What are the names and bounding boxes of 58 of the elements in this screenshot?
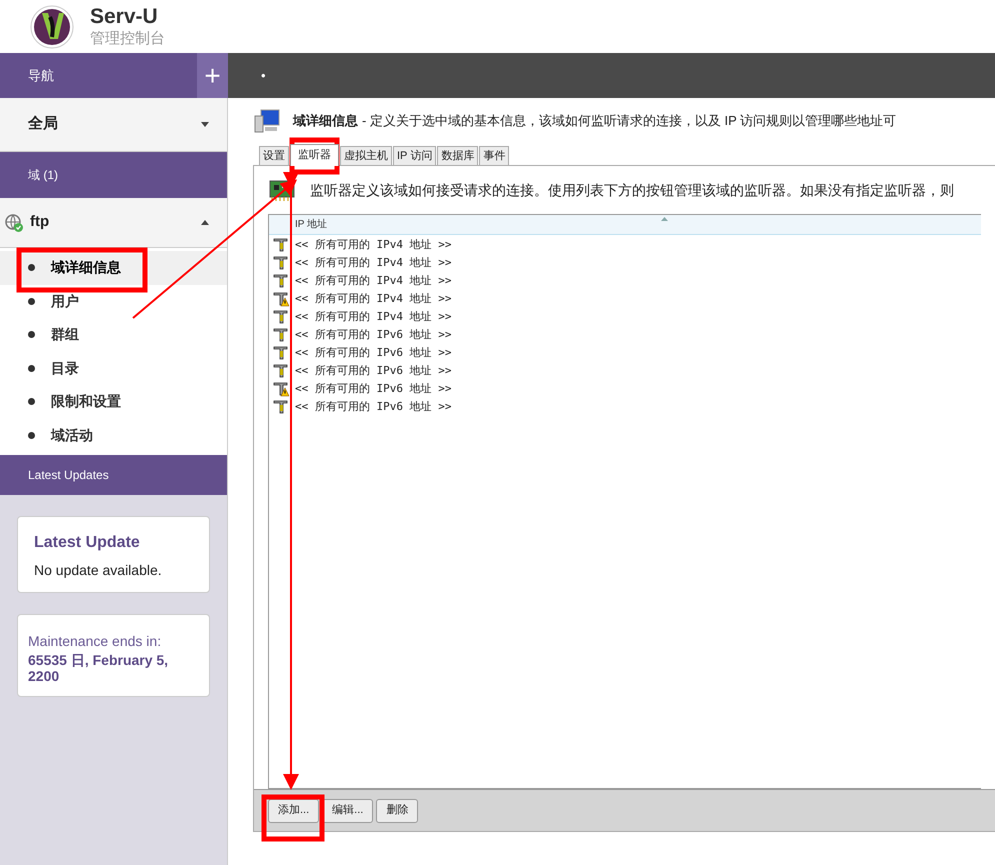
maintenance-date: 65535 日, February 5, 2200 [28, 652, 170, 684]
bullet-icon [28, 331, 35, 338]
listener-address[interactable]: << 所有可用的 IPv6 地址 >> [295, 398, 452, 416]
tab[interactable]: 数据库 [437, 146, 478, 165]
sidebar-item[interactable]: 域详细信息 [0, 251, 227, 284]
listener-address[interactable]: << 所有可用的 IPv6 地址 >> [295, 326, 452, 344]
action-button[interactable]: 添加... [268, 798, 320, 822]
nav-title: 导航 [28, 66, 54, 85]
updates-label: Latest Updates [28, 467, 109, 484]
tab[interactable]: 事件 [479, 146, 510, 165]
listener-address[interactable]: << 所有可用的 IPv4 地址 >> [295, 254, 452, 272]
app-subtitle: 管理控制台 [90, 30, 165, 49]
item-label: 目录 [51, 358, 79, 378]
item-label: 域详细信息 [51, 258, 121, 278]
logo-icon [28, 4, 76, 48]
domain-name: ftp [30, 212, 50, 232]
item-label: 域活动 [51, 426, 93, 445]
card-title: Latest Update [34, 533, 141, 553]
bullet-icon [28, 432, 35, 439]
page-description: - 定义关于选中域的基本信息，该域如何监听请求的连接，以及 IP 访问规则以管理哪些地址可 [362, 112, 896, 130]
bullet-icon [28, 398, 35, 406]
action-button[interactable]: 编辑... [322, 798, 374, 822]
column-header[interactable]: IP 地址 [269, 215, 981, 235]
listener-address[interactable]: << 所有可用的 IPv4 地址 >> [295, 236, 452, 254]
bullet-icon [28, 264, 35, 272]
item-label: 用户 [51, 292, 79, 311]
listener-address[interactable]: << 所有可用的 IPv6 地址 >> [295, 362, 452, 380]
listener-address[interactable]: << 所有可用的 IPv4 地址 >> [295, 272, 452, 290]
item-label: 限制和设置 [51, 392, 121, 412]
global-label: 全局 [28, 114, 58, 134]
page-title: 域详细信息 [293, 112, 358, 130]
listener-address[interactable]: << 所有可用的 IPv4 地址 >> [295, 308, 452, 326]
tab[interactable]: 虚拟主机 [340, 146, 392, 165]
bullet-icon [28, 364, 35, 372]
globe-icon [4, 212, 24, 232]
global-row[interactable]: 全局 [0, 98, 227, 152]
panel-description: 监听器定义该域如何接受请求的连接。使用列表下方的按钮管理该域的监听器。如果没有指定监听器，则 [310, 180, 954, 200]
listener-address[interactable]: << 所有可用的 IPv6 地址 >> [295, 344, 452, 362]
annotation-box [262, 794, 324, 842]
bullet-mark: • [261, 66, 266, 85]
tab[interactable]: IP 访问 [393, 146, 436, 165]
item-label: 群组 [51, 325, 79, 344]
listener-address[interactable]: << 所有可用的 IPv6 地址 >> [295, 380, 452, 398]
column-label: IP 地址 [295, 218, 328, 232]
sort-icon [661, 217, 668, 221]
bullet-icon [28, 298, 35, 305]
listener-address[interactable]: << 所有可用的 IPv4 地址 >> [295, 290, 452, 308]
annotation-box [290, 138, 340, 174]
card-text: No update available. [34, 561, 163, 580]
add-button[interactable]: + [197, 53, 228, 98]
computer-icon [253, 108, 281, 134]
domain-row[interactable]: ftp [0, 198, 227, 248]
maintenance-label: Maintenance ends in: [28, 632, 162, 651]
tab[interactable]: 监听器 [290, 144, 339, 166]
app-title: Serv-U [90, 4, 159, 30]
domains-label: 域 (1) [28, 167, 58, 184]
action-button[interactable]: 删除 [376, 798, 418, 822]
tab[interactable]: 设置 [259, 146, 289, 165]
